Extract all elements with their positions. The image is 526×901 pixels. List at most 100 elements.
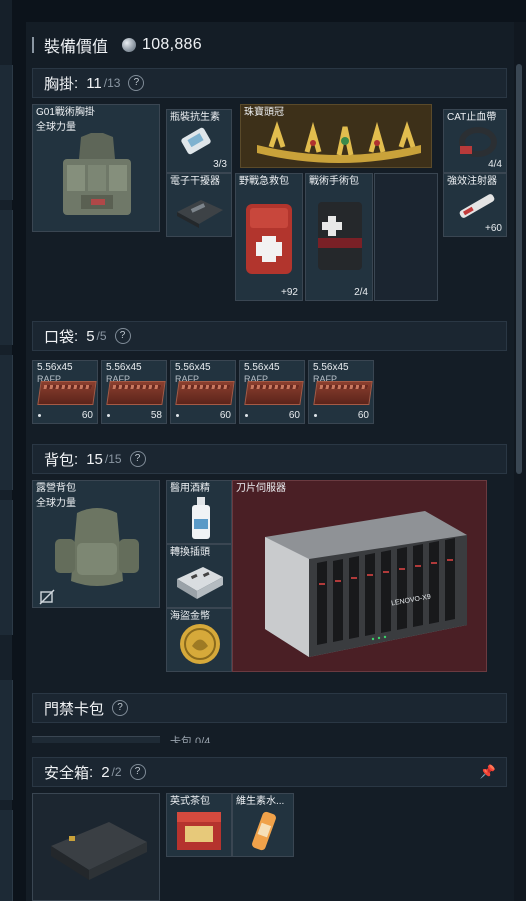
ammo-slot[interactable]: 5.56x45 RAFP 60 — [308, 360, 374, 424]
colon: : — [74, 450, 79, 468]
rarity-dot — [38, 414, 41, 417]
item-english-tea[interactable]: 英式茶包 — [166, 793, 232, 857]
item-blade-server[interactable]: 刀片伺服器 LENOVO-X9 — [232, 480, 487, 672]
item-name: 英式茶包 — [170, 796, 210, 807]
section-max: /13 — [103, 76, 121, 90]
chest-rig-icon — [63, 133, 131, 215]
item-medical-alcohol[interactable]: 醫用酒精 — [166, 480, 232, 544]
section-count: 2 — [101, 763, 110, 781]
item-antibiotic[interactable]: 瓶裝抗生素 3/3 — [166, 109, 232, 173]
section-max: /2 — [111, 765, 122, 779]
first-aid-icon — [246, 204, 292, 274]
left-slot-tab[interactable] — [0, 680, 13, 800]
item-vitamin-water[interactable]: 維生素水... — [232, 793, 294, 857]
vitamin-tube-icon — [252, 811, 276, 851]
ammo-slot[interactable]: 5.56x45 RAFP 58 — [101, 360, 167, 424]
adapter-icon — [177, 567, 223, 599]
help-icon[interactable]: ? — [129, 451, 146, 467]
section-title: 胸掛 — [44, 75, 75, 93]
item-name: 露營背包 — [36, 483, 76, 494]
equipment-value-label: 裝備價值 — [44, 39, 109, 56]
gold-coin-icon — [180, 624, 220, 664]
ammo-name: 5.56x45 — [244, 362, 280, 373]
section-header-keycard[interactable]: 門禁卡包 ? — [32, 693, 507, 723]
ammo-name: 5.56x45 — [37, 362, 73, 373]
section-count: 5 — [86, 327, 95, 345]
ammo-box-icon — [313, 381, 373, 405]
left-slot-tab[interactable] — [0, 810, 13, 901]
item-quantity-value: 92 — [286, 287, 298, 298]
item-tourniquet[interactable]: CAT止血帶 4/4 — [443, 109, 507, 173]
section-header-pocket[interactable]: 口袋 : 5 /5 ? — [32, 321, 507, 351]
section-header-safe-box[interactable]: 安全箱 : 2 /2 ? 📌 — [32, 757, 507, 787]
ammo-box-icon — [106, 381, 166, 405]
safe-case-icon — [51, 822, 147, 880]
left-slot-tab[interactable] — [0, 500, 13, 635]
left-slot-tab[interactable] — [0, 210, 13, 345]
section-max: /15 — [104, 452, 122, 466]
chest-rig-slot[interactable]: G01戰術胸掛 全球力量 — [32, 104, 160, 232]
help-icon[interactable]: ? — [129, 764, 146, 780]
rarity-dot — [107, 414, 110, 417]
ammo-slot[interactable]: 5.56x45 RAFP 60 — [170, 360, 236, 424]
empty-slot[interactable] — [374, 173, 438, 301]
item-quantity: 60 — [357, 410, 369, 421]
item-quantity: 2/4 — [354, 287, 368, 298]
scrollbar-thumb[interactable] — [516, 64, 522, 474]
item-quantity: +60 — [485, 223, 502, 234]
item-name: G01戰術胸掛 — [36, 107, 95, 118]
help-icon[interactable]: ? — [114, 328, 131, 344]
item-name: 野戰急救包 — [239, 176, 289, 187]
colon: : — [89, 763, 94, 781]
item-jewel-crown[interactable]: 珠寶頭冠 — [240, 104, 432, 168]
item-tactical-surgery-kit[interactable]: 戰術手術包 2/4 — [305, 173, 373, 301]
backpack-slot[interactable]: 露營背包 全球力量 — [32, 480, 160, 608]
item-name: 戰術手術包 — [309, 176, 359, 187]
keycard-count-partial: 卡包 0/4 — [170, 736, 211, 743]
section-header-backpack[interactable]: 背包 : 15 /15 ? — [32, 444, 507, 474]
item-quantity: 60 — [288, 410, 300, 421]
injector-icon — [459, 194, 495, 218]
help-icon[interactable]: ? — [112, 700, 129, 716]
rarity-dot — [245, 414, 248, 417]
left-slot-tab[interactable] — [0, 355, 13, 490]
section-header-chest-rig[interactable]: 胸掛 : 11 /13 ? — [32, 68, 507, 98]
item-power-adapter[interactable]: 轉換插頭 — [166, 544, 232, 608]
ammo-box-icon — [244, 381, 304, 405]
section-title: 背包 — [44, 451, 75, 469]
ammo-slot[interactable]: 5.56x45 RAFP 60 — [32, 360, 98, 424]
ammo-name: 5.56x45 — [106, 362, 142, 373]
item-quantity: +92 — [281, 287, 298, 298]
crown-icon — [257, 121, 421, 163]
left-slot-tab[interactable] — [0, 65, 13, 200]
section-title: 口袋 — [44, 328, 75, 346]
no-insure-icon — [39, 589, 55, 605]
item-jammer[interactable]: 電子干擾器 — [166, 173, 232, 237]
item-name: 瓶裝抗生素 — [170, 112, 220, 123]
keycard-slot-strip[interactable]: 卡包 0/4 — [32, 731, 507, 743]
item-stim-injector[interactable]: 強效注射器 +60 — [443, 173, 507, 237]
equipment-value-bar: 裝備價值 108,886 — [32, 30, 202, 60]
pin-icon[interactable]: 📌 — [480, 764, 496, 780]
section-count: 15 — [86, 450, 103, 468]
section-max: /5 — [96, 329, 107, 343]
tea-tin-icon — [177, 812, 221, 850]
section-count: 11 — [86, 74, 102, 92]
item-quantity: 4/4 — [488, 159, 502, 170]
ammo-slot[interactable]: 5.56x45 RAFP 60 — [239, 360, 305, 424]
item-name: 珠寶頭冠 — [244, 107, 284, 118]
item-first-aid-kit[interactable]: 野戰急救包 +92 — [235, 173, 303, 301]
rarity-dot — [314, 414, 317, 417]
help-icon[interactable]: ? — [128, 75, 145, 91]
colon: : — [74, 327, 79, 345]
rarity-dot — [176, 414, 179, 417]
coin-icon — [122, 38, 137, 52]
ammo-box-icon — [175, 381, 235, 405]
item-name: 維生素水... — [236, 796, 285, 807]
item-quantity: 3/3 — [213, 159, 227, 170]
item-quantity: 60 — [219, 410, 231, 421]
ammo-box-icon — [37, 381, 97, 405]
safe-box-slot[interactable] — [32, 793, 160, 901]
item-pirate-coin[interactable]: 海盜金幣 — [166, 608, 232, 672]
keycard-slot[interactable] — [32, 736, 160, 743]
